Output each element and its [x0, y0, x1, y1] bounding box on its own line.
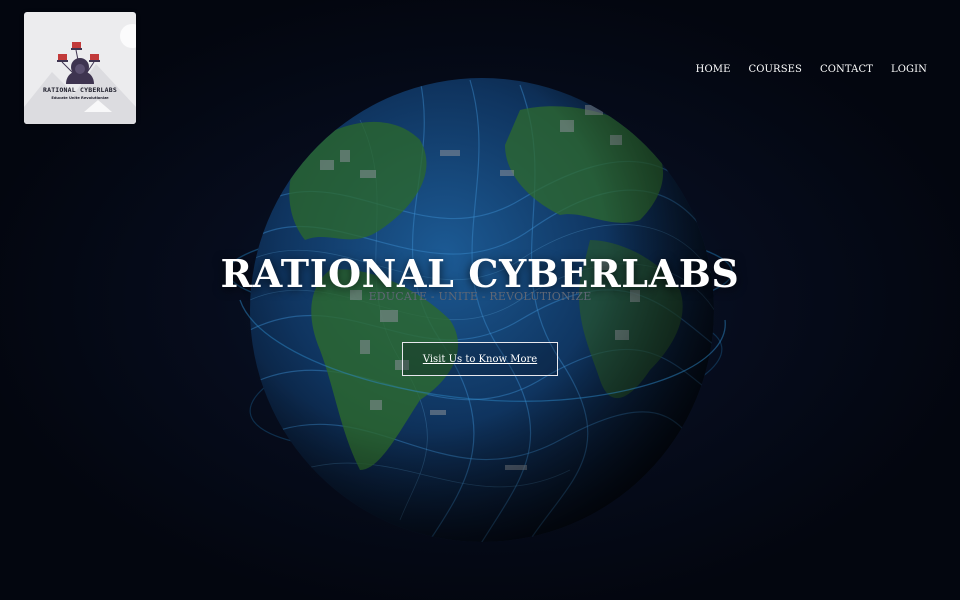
main-nav: HOME COURSES CONTACT LOGIN [696, 64, 927, 75]
logo-tagline: Educate Unite Revolutionize [51, 96, 109, 100]
visit-us-button[interactable]: Visit Us to Know More [402, 342, 558, 376]
nav-courses[interactable]: COURSES [748, 64, 802, 75]
nav-login[interactable]: LOGIN [891, 64, 927, 75]
brand-logo[interactable]: RATIONAL CYBERLABS Educate Unite Revolut… [24, 12, 136, 124]
hero-section: RATIONAL CYBERLABS Educate Unite Revolut… [0, 0, 960, 600]
hacker-logo-icon [24, 24, 136, 124]
nav-home[interactable]: HOME [696, 64, 731, 75]
logo-title: RATIONAL CYBERLABS [42, 86, 118, 94]
nav-contact[interactable]: CONTACT [820, 64, 873, 75]
hero-tagline: EDUCATE - UNITE - REVOLUTIONIZE [368, 290, 592, 303]
